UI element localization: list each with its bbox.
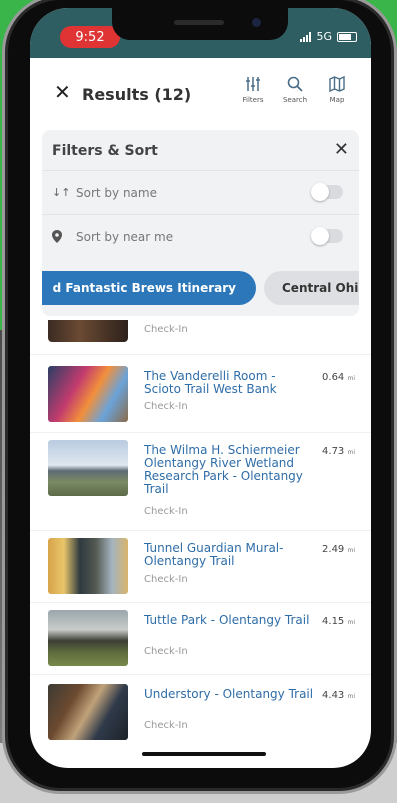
divider xyxy=(30,354,371,355)
list-item-title[interactable]: Tunnel Guardian Mural-Olentangy Trail xyxy=(144,542,314,568)
list-item-subtitle: Check-In xyxy=(144,574,188,585)
search-button[interactable]: Search xyxy=(279,74,311,104)
list-item-subtitle: Check-In xyxy=(144,646,188,657)
divider xyxy=(30,530,371,531)
battery-icon xyxy=(337,31,357,42)
list-thumbnail xyxy=(48,538,128,594)
list-thumbnail xyxy=(48,440,128,496)
list-thumbnail xyxy=(48,366,128,422)
close-icon[interactable]: ✕ xyxy=(54,80,71,104)
list-item-subtitle: Check-In xyxy=(144,324,188,335)
header-actions: Filters Search Map xyxy=(237,74,353,104)
list-item-subtitle: Check-In xyxy=(144,401,188,412)
list-item-title[interactable]: Understory - Olentangy Trail xyxy=(144,688,314,701)
list-item-distance: 0.64 mi xyxy=(322,372,355,383)
search-icon xyxy=(279,74,311,94)
search-button-label: Search xyxy=(282,96,308,104)
front-camera xyxy=(252,18,261,27)
list-item-distance: 4.73 mi xyxy=(322,446,355,457)
sort-by-near-me-toggle[interactable] xyxy=(311,227,343,245)
network-label: 5G xyxy=(316,30,332,43)
list-item[interactable]: Check-In xyxy=(30,320,371,350)
phone-screen: 9:52 5G ✕ Results (12) Filters Search Ma… xyxy=(30,8,371,768)
map-button[interactable]: Map xyxy=(321,74,353,104)
notch xyxy=(112,8,288,40)
sort-option-label: Sort by near me xyxy=(76,230,174,244)
list-item-title[interactable]: Tuttle Park - Olentangy Trail xyxy=(144,614,314,627)
filters-button[interactable]: Filters xyxy=(237,74,269,104)
list-item-subtitle: Check-In xyxy=(144,506,188,517)
sort-option-label: Sort by name xyxy=(76,186,157,200)
sort-alpha-icon: ↓↑ xyxy=(52,186,71,199)
list-item[interactable]: Tunnel Guardian Mural-Olentangy Trail Ch… xyxy=(30,538,371,598)
status-time: 9:52 xyxy=(60,26,120,48)
sliders-icon xyxy=(237,74,269,94)
list-item[interactable]: The Wilma H. Schiermeier Olentangy River… xyxy=(30,440,371,526)
list-item[interactable]: The Vanderelli Room - Scioto Trail West … xyxy=(30,366,371,428)
list-thumbnail xyxy=(48,320,128,342)
map-icon xyxy=(321,74,353,94)
signal-icon xyxy=(300,31,312,42)
close-icon[interactable]: ✕ xyxy=(334,139,349,160)
filters-panel: Filters & Sort ✕ ↓↑ Sort by name Sort by… xyxy=(42,130,359,316)
list-item-subtitle: Check-In xyxy=(144,720,188,731)
divider xyxy=(30,602,371,603)
speaker-grill xyxy=(174,20,224,25)
list-item[interactable]: Tuttle Park - Olentangy Trail Check-In 4… xyxy=(30,610,371,670)
itinerary-chips: d Fantastic Brews Itinerary Central Ohio xyxy=(42,270,359,310)
status-bar: 9:52 5G xyxy=(30,8,371,58)
divider xyxy=(30,674,371,675)
list-item[interactable]: Understory - Olentangy Trail Check-In 4.… xyxy=(30,684,371,744)
sort-by-name-toggle[interactable] xyxy=(311,183,343,201)
results-list: Check-In The Vanderelli Room - Scioto Tr… xyxy=(30,320,371,768)
filters-button-label: Filters xyxy=(242,96,264,104)
phone-frame: 9:52 5G ✕ Results (12) Filters Search Ma… xyxy=(8,0,391,788)
sort-by-near-me-row[interactable]: Sort by near me xyxy=(42,214,359,259)
list-item-title[interactable]: The Wilma H. Schiermeier Olentangy River… xyxy=(144,444,314,496)
list-thumbnail xyxy=(48,684,128,740)
list-thumbnail xyxy=(48,610,128,666)
chip-central-ohio[interactable]: Central Ohio xyxy=(264,271,359,305)
filters-header: Filters & Sort ✕ xyxy=(42,130,359,170)
status-indicators: 5G xyxy=(300,30,357,43)
page-title: Results (12) xyxy=(82,85,192,104)
location-pin-icon xyxy=(52,230,62,246)
app-header: ✕ Results (12) Filters Search Map xyxy=(30,58,371,128)
chip-selected[interactable]: d Fantastic Brews Itinerary xyxy=(42,271,256,305)
home-indicator[interactable] xyxy=(142,752,266,756)
list-item-title[interactable]: The Vanderelli Room - Scioto Trail West … xyxy=(144,370,314,396)
list-item-distance: 4.15 mi xyxy=(322,616,355,627)
sort-by-name-row[interactable]: ↓↑ Sort by name xyxy=(42,170,359,215)
list-item-distance: 2.49 mi xyxy=(322,544,355,555)
divider xyxy=(30,432,371,433)
list-item-distance: 4.43 mi xyxy=(322,690,355,701)
filters-title: Filters & Sort xyxy=(52,143,158,159)
map-button-label: Map xyxy=(329,96,345,104)
